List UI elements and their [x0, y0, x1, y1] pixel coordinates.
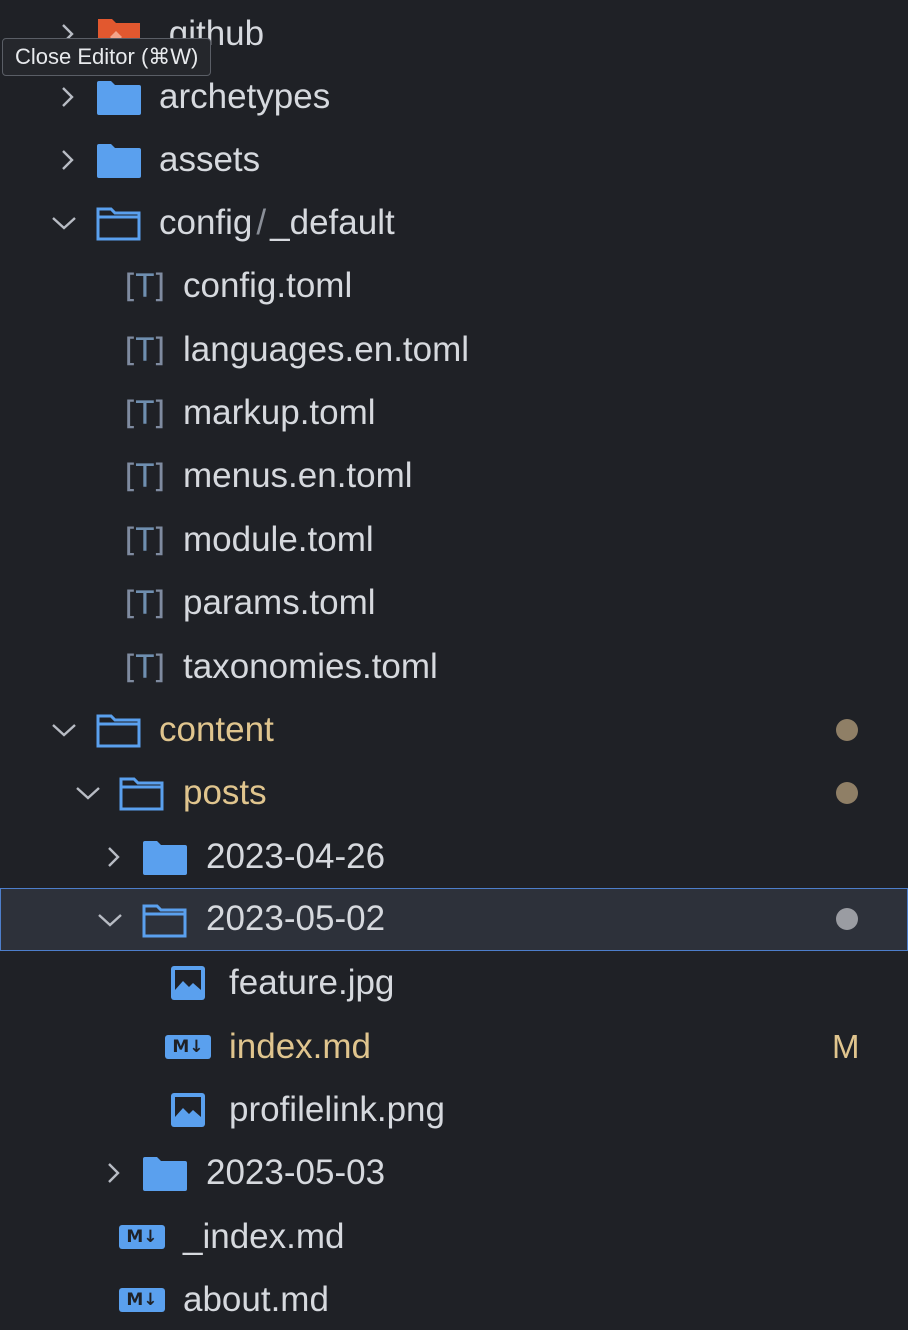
tree-item-feature-jpg[interactable]: feature.jpg [0, 951, 908, 1014]
tree-item-label: profilelink.png [229, 1090, 445, 1129]
tree-item-label: 2023-04-26 [206, 837, 386, 876]
tree-item-module-toml[interactable]: [T] module.toml [0, 508, 908, 571]
image-file-icon [170, 1092, 206, 1128]
chevron-down-icon[interactable] [50, 210, 76, 236]
folder-open-icon [96, 713, 142, 749]
folder-icon [142, 1156, 188, 1192]
tree-item-label: 2023-05-02 [206, 899, 386, 938]
tree-item-content[interactable]: content [0, 698, 908, 761]
folder-open-icon [142, 903, 188, 939]
folder-icon [142, 840, 188, 876]
file-explorer: .github Close Editor (⌘W) archetypes ass… [0, 0, 908, 1330]
tree-item-profilelink-png[interactable]: profilelink.png [0, 1078, 908, 1141]
toml-file-icon: [T] [120, 648, 170, 686]
toml-file-icon: [T] [120, 267, 170, 305]
chevron-right-icon[interactable] [100, 1160, 126, 1186]
chevron-down-icon[interactable] [50, 717, 76, 743]
modified-dot [836, 782, 858, 804]
tree-item-config-toml[interactable]: [T] config.toml [0, 254, 908, 317]
tree-item-config-default[interactable]: config / _default [0, 191, 908, 254]
folder-name-suffix: _default [270, 203, 395, 242]
markdown-file-icon: M↓ [165, 1035, 211, 1059]
markdown-file-icon: M↓ [119, 1225, 165, 1249]
tree-item-markup-toml[interactable]: [T] markup.toml [0, 381, 908, 444]
folder-open-icon [119, 776, 165, 812]
tree-item-label: index.md [229, 1027, 372, 1066]
tree-item-params-toml[interactable]: [T] params.toml [0, 571, 908, 634]
tree-item-label: languages.en.toml [183, 330, 470, 369]
close-editor-tooltip: Close Editor (⌘W) [2, 38, 212, 76]
tree-item-label: assets [159, 140, 261, 179]
git-modified-badge: M [832, 1028, 860, 1065]
tree-item-label: 2023-05-03 [206, 1153, 386, 1192]
tree-item-taxonomies-toml[interactable]: [T] taxonomies.toml [0, 635, 908, 698]
folder-name: config [159, 203, 253, 242]
toml-file-icon: [T] [120, 457, 170, 495]
tree-item-index-md[interactable]: M↓ index.md M [0, 1015, 908, 1078]
tree-item-languages-en-toml[interactable]: [T] languages.en.toml [0, 318, 908, 381]
chevron-right-icon[interactable] [100, 844, 126, 870]
tree-item-label: taxonomies.toml [183, 647, 438, 686]
tree-item-posts[interactable]: posts [0, 761, 908, 824]
tree-item-about-md[interactable]: M↓ about.md [0, 1268, 908, 1330]
tree-item-label: config.toml [183, 266, 353, 305]
tree-item-2023-04-26[interactable]: 2023-04-26 [0, 825, 908, 888]
toml-file-icon: [T] [120, 394, 170, 432]
folder-icon [96, 143, 142, 179]
tree-item-label: feature.jpg [229, 963, 395, 1002]
toml-file-icon: [T] [120, 521, 170, 559]
modified-dot [836, 908, 858, 930]
tree-item-label: posts [183, 773, 267, 812]
tree-item-label: content [159, 710, 274, 749]
tree-item-2023-05-03[interactable]: 2023-05-03 [0, 1141, 908, 1204]
tree-item-label: _index.md [183, 1217, 345, 1256]
tree-item-underscore-index-md[interactable]: M↓ _index.md [0, 1205, 908, 1268]
tree-item-2023-05-02[interactable]: 2023-05-02 [0, 888, 908, 951]
tree-item-label: markup.toml [183, 393, 376, 432]
chevron-right-icon[interactable] [54, 147, 80, 173]
chevron-down-icon[interactable] [96, 907, 122, 933]
toml-file-icon: [T] [120, 331, 170, 369]
chevron-right-icon[interactable] [54, 84, 80, 110]
image-file-icon [170, 965, 206, 1001]
tree-item-assets[interactable]: assets [0, 128, 908, 191]
tree-item-label: params.toml [183, 583, 376, 622]
chevron-down-icon[interactable] [74, 780, 100, 806]
tree-item-label: config / _default [159, 191, 395, 254]
tree-item-label: menus.en.toml [183, 456, 413, 495]
modified-dot [836, 719, 858, 741]
toml-file-icon: [T] [120, 584, 170, 622]
path-separator: / [256, 203, 267, 242]
markdown-file-icon: M↓ [119, 1288, 165, 1312]
tree-item-label: module.toml [183, 520, 374, 559]
folder-open-icon [96, 206, 142, 242]
tree-item-menus-en-toml[interactable]: [T] menus.en.toml [0, 444, 908, 507]
tree-item-label: about.md [183, 1280, 329, 1319]
folder-icon [96, 80, 142, 116]
